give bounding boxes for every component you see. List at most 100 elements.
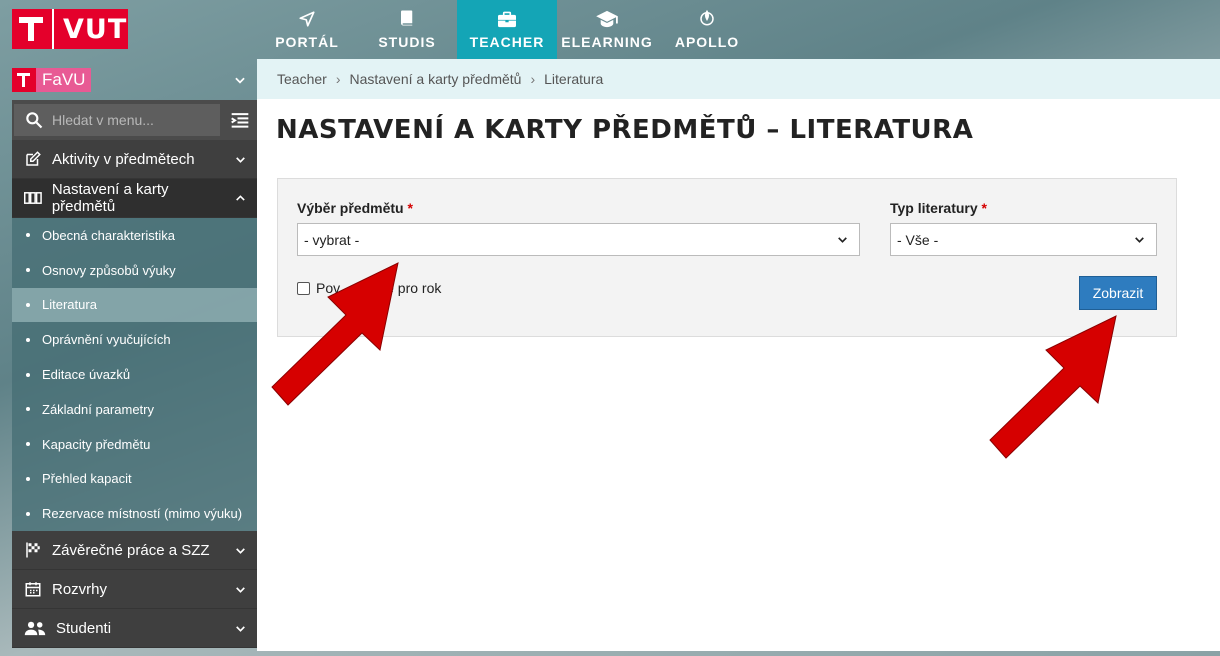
breadcrumb: Teacher › Nastavení a karty předmětů › L… [257, 59, 1220, 99]
literature-type-select[interactable]: - Vše - [890, 223, 1157, 256]
logo-text: VUT [63, 13, 128, 45]
bullet-dot [26, 268, 30, 273]
topnav-label: APOLLO [674, 34, 740, 50]
chevron-down-icon [236, 586, 245, 593]
topnav-elearning[interactable]: ELEARNING [557, 0, 657, 59]
sidebar-subitem[interactable]: Rezervace místností (mimo výuku) [12, 496, 257, 531]
sidebar-subitem-active[interactable]: Literatura [12, 287, 257, 323]
vut-logo[interactable]: VUT [12, 9, 128, 49]
sidebar-item-rozvrhy[interactable]: Rozvrhy [12, 570, 257, 610]
book-icon [400, 10, 413, 26]
breadcrumb-literatura: Literatura [544, 71, 604, 87]
topnav-apollo[interactable]: APOLLO [657, 0, 757, 59]
breadcrumb-teacher[interactable]: Teacher [277, 71, 327, 87]
breadcrumb-separator-icon: › [530, 71, 536, 87]
sidebar-item-nastaveni[interactable]: Nastavení a karty předmětů [12, 179, 257, 218]
search-icon [26, 112, 43, 129]
chevron-down-icon [236, 547, 245, 554]
chevron-down-icon [236, 156, 245, 163]
menu-search-field[interactable] [14, 104, 220, 136]
show-button[interactable]: Zobrazit [1079, 276, 1157, 310]
menu-search-input[interactable] [52, 112, 212, 128]
topnav-label: PORTÁL [275, 34, 339, 50]
topnav-label: ELEARNING [561, 34, 653, 50]
faculty-t-icon [12, 68, 36, 92]
sidebar-subitem[interactable]: Osnovy způsobů výuky [12, 253, 257, 288]
breadcrumb-separator-icon: › [335, 71, 341, 87]
bullet-dot [26, 442, 30, 447]
page-title: NASTAVENÍ A KARTY PŘEDMĚTŮ – LITERATURA [276, 115, 974, 145]
vut-t-icon [12, 9, 52, 49]
chevron-down-icon [235, 77, 245, 84]
faculty-badge: FaVU [12, 68, 92, 92]
calendar-icon [25, 582, 41, 597]
subitem-label: Kapacity předmětu [42, 436, 151, 452]
breadcrumb-nastaveni[interactable]: Nastavení a karty předmětů [349, 71, 521, 87]
sidebar-item-studenti[interactable]: Studenti [12, 609, 257, 649]
sidebar-item-label: Závěrečné práce a SZZ [52, 541, 210, 559]
navigation-arrow-icon [299, 11, 315, 27]
sidebar-subitem[interactable]: Přehled kapacit [12, 462, 257, 497]
users-icon [24, 621, 46, 636]
bullet-dot [26, 372, 30, 377]
sidebar-subitem[interactable]: Základní parametry [12, 392, 257, 427]
sidebar-item-label: Nastavení a karty předmětů [51, 181, 169, 215]
sidebar-subitem[interactable]: Obecná charakteristika [12, 218, 257, 253]
subject-label-text: Výběr předmětu [297, 200, 404, 216]
sidebar: Aktivity v předmětech Nastavení a karty … [12, 140, 257, 649]
sidebar-item-label: Studenti [56, 619, 112, 637]
graduation-cap-icon [596, 10, 618, 28]
bullet-dot [26, 511, 30, 516]
annotation-arrow-right [989, 315, 1117, 459]
edit-icon [26, 151, 41, 166]
top-navigation: PORTÁL STUDIS TEACHER ELEARNING APOLLO [257, 0, 757, 59]
sidebar-submenu: Obecná charakteristika Osnovy způsobů vý… [12, 218, 257, 532]
checkered-flag-icon [26, 542, 40, 558]
required-mark: * [981, 200, 987, 216]
topnav-portal[interactable]: PORTÁL [257, 0, 357, 59]
sidebar-subitem[interactable]: Kapacity předmětu [12, 427, 257, 462]
literature-type-select-value: - Vše - [897, 231, 939, 248]
chevron-down-icon [236, 625, 245, 632]
sidebar-subitem[interactable]: Editace úvazků [12, 357, 257, 392]
literature-type-label-text: Typ literatury [890, 200, 978, 216]
subitem-label: Přehled kapacit [42, 471, 132, 487]
bullet-dot [26, 476, 30, 481]
subject-select[interactable]: - vybrat - [297, 223, 860, 256]
topnav-studis[interactable]: STUDIS [357, 0, 457, 59]
rocket-icon [700, 9, 714, 26]
chevron-down-icon [838, 237, 847, 243]
sidebar-item-aktivity[interactable]: Aktivity v předmětech [12, 140, 257, 179]
literature-type-label: Typ literatury * [890, 200, 987, 216]
bullet-dot [26, 337, 30, 342]
bullet-dot [26, 407, 30, 412]
sidebar-item-label: Aktivity v předmětech [52, 150, 195, 168]
sidebar-item-label: Rozvrhy [52, 580, 108, 598]
required-mark: * [407, 200, 413, 216]
bullet-dot [26, 302, 30, 307]
subitem-label: Literatura [42, 297, 97, 313]
chevron-down-icon [1135, 237, 1144, 243]
chevron-up-icon [236, 194, 245, 201]
faculty-selector[interactable]: FaVU [12, 62, 257, 98]
faculty-name: FaVU [36, 68, 92, 92]
cards-icon [24, 192, 42, 204]
topnav-label: STUDIS [378, 34, 436, 50]
topnav-label: TEACHER [469, 34, 545, 50]
subitem-label: Základní parametry [42, 401, 154, 417]
annotation-arrow-left [271, 262, 399, 406]
bullet-dot [26, 233, 30, 238]
sidebar-item-zaverecne-prace[interactable]: Závěrečné práce a SZZ [12, 531, 257, 571]
menu-search-bar [12, 100, 257, 140]
subitem-label: Oprávnění vyučujících [42, 332, 171, 348]
sidebar-subitem[interactable]: Oprávnění vyučujících [12, 322, 257, 357]
subitem-label: Editace úvazků [42, 367, 131, 383]
subject-select-value: - vybrat - [304, 231, 360, 248]
briefcase-icon [498, 11, 516, 28]
subitem-label: Osnovy způsobů výuky [42, 262, 176, 278]
menu-list-icon[interactable] [230, 111, 250, 129]
subject-label: Výběr předmětu * [297, 200, 413, 216]
subitem-label: Rezervace místností (mimo výuku) [42, 506, 243, 522]
subitem-label: Obecná charakteristika [42, 227, 175, 243]
topnav-teacher[interactable]: TEACHER [457, 0, 557, 59]
